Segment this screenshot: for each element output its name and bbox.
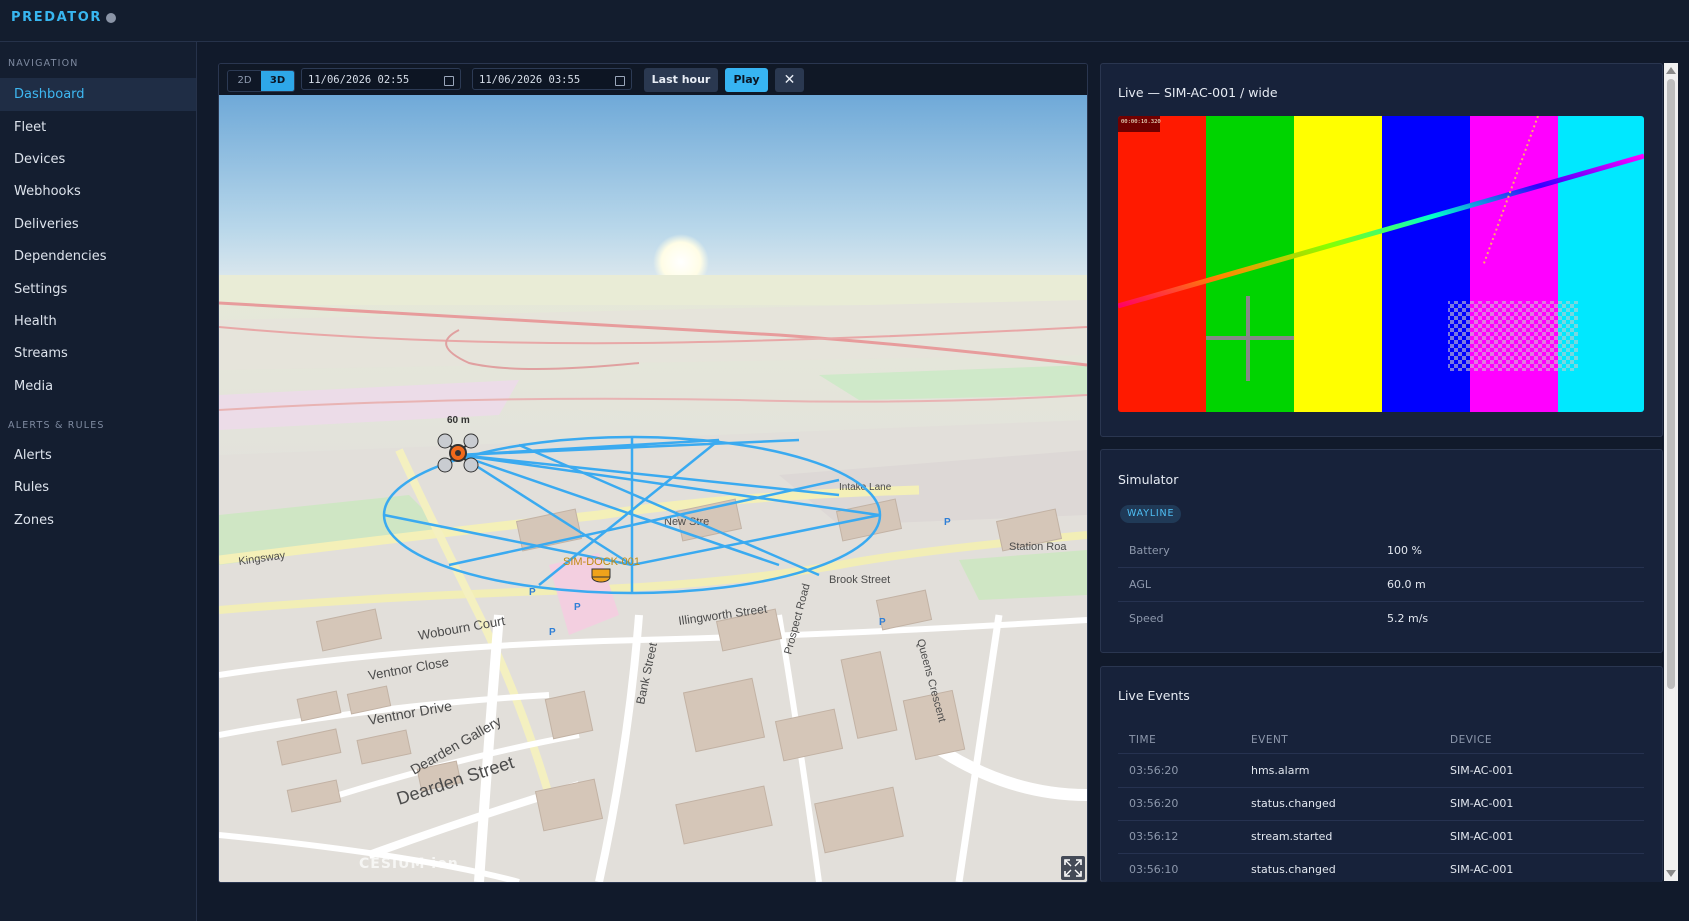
sidebar: NAVIGATION Dashboard Fleet Devices Webho… [0,42,197,921]
simulator-title: Simulator [1118,472,1179,487]
mode-badge: WAYLINE [1120,505,1182,523]
agl-row: AGL 60.0 m [1118,568,1644,602]
simulator-card: Simulator WAYLINE Battery 100 % AGL 60.0… [1100,449,1663,653]
mode-3d-button[interactable]: 3D [261,71,294,91]
app-brand[interactable]: PREDATOR [11,10,102,25]
event-device: SIM-AC-001 [1450,863,1514,876]
play-button[interactable]: Play [725,68,768,92]
end-datetime-input[interactable]: 11/06/2026 03:55 [472,68,632,90]
end-datetime-value: 11/06/2026 03:55 [479,74,581,86]
speed-row: Speed 5.2 m/s [1118,602,1644,635]
sidebar-item-fleet[interactable]: Fleet [0,111,196,144]
column-time[interactable]: TIME [1129,734,1156,746]
live-events-title: Live Events [1118,688,1190,703]
event-type: hms.alarm [1251,764,1310,777]
calendar-icon[interactable] [615,76,625,86]
drone-altitude-label: 60 m [447,415,470,426]
sidebar-item-zones[interactable]: Zones [0,504,196,537]
scrollbar-thumb[interactable] [1667,79,1675,689]
street-label-station-road: Station Roa [1009,541,1067,553]
column-event[interactable]: EVENT [1251,734,1288,746]
page-scrollbar[interactable] [1664,63,1678,881]
video-test-pattern: 00:00:10.320 [1118,116,1644,412]
calendar-icon[interactable] [444,76,454,86]
svg-text:P: P [944,517,951,528]
event-device: SIM-AC-001 [1450,830,1514,843]
scroll-down-icon[interactable] [1666,870,1676,877]
event-time: 03:56:10 [1129,863,1179,876]
event-type: stream.started [1251,830,1333,843]
last-hour-button[interactable]: Last hour [644,68,718,92]
svg-text:P: P [549,627,556,638]
connection-status-dot [106,13,116,23]
svg-text:P: P [529,587,536,598]
sky [219,95,1087,285]
start-datetime-value: 11/06/2026 02:55 [308,74,410,86]
mode-2d-button[interactable]: 2D [228,71,261,91]
top-bar: PREDATOR [0,0,1689,42]
speed-value: 5.2 m/s [1387,612,1429,625]
sidebar-item-dependencies[interactable]: Dependencies [0,240,196,273]
sidebar-item-health[interactable]: Health [0,305,196,338]
right-column: Live — SIM-AC-001 / wide 00:00:10.320 Si… [1100,63,1663,882]
sidebar-item-devices[interactable]: Devices [0,143,196,176]
map-canvas[interactable]: New Stre Kingsway Station Roa Brook Stre… [219,95,1087,882]
sidebar-item-streams[interactable]: Streams [0,337,196,370]
live-events-card: Live Events TIME EVENT DEVICE 03:56:20 h… [1100,666,1663,882]
scroll-up-icon[interactable] [1666,67,1676,74]
dock-label: SIM-DOCK-001 [563,556,640,568]
map-toolbar: 2D 3D 11/06/2026 02:55 11/06/2026 03:55 … [219,64,1087,94]
sidebar-section-navigation: NAVIGATION [8,58,79,69]
sidebar-item-webhooks[interactable]: Webhooks [0,175,196,208]
event-type: status.changed [1251,797,1336,810]
live-video-stream[interactable]: 00:00:10.320 [1118,116,1644,412]
sidebar-item-rules[interactable]: Rules [0,471,196,504]
events-table-header: TIME EVENT DEVICE [1118,729,1644,754]
sidebar-item-dashboard[interactable]: Dashboard [0,78,196,111]
event-device: SIM-AC-001 [1450,797,1514,810]
live-video-title: Live — SIM-AC-001 / wide [1118,85,1278,100]
battery-row: Battery 100 % [1118,534,1644,568]
table-row[interactable]: 03:56:12 stream.started SIM-AC-001 [1118,820,1644,854]
expand-icon [1064,859,1082,877]
map-panel: 2D 3D 11/06/2026 02:55 11/06/2026 03:55 … [218,63,1088,883]
table-row[interactable]: 03:56:20 hms.alarm SIM-AC-001 [1118,754,1644,788]
sidebar-item-alerts[interactable]: Alerts [0,439,196,472]
column-device[interactable]: DEVICE [1450,734,1492,746]
sidebar-section-alerts-rules: ALERTS & RULES [8,420,105,431]
event-time: 03:56:12 [1129,830,1179,843]
video-timestamp: 00:00:10.320 [1121,119,1161,125]
view-mode-toggle: 2D 3D [227,70,295,92]
svg-text:P: P [574,602,581,613]
event-time: 03:56:20 [1129,797,1179,810]
map-3d-view[interactable]: New Stre Kingsway Station Roa Brook Stre… [219,95,1087,882]
sidebar-item-deliveries[interactable]: Deliveries [0,208,196,241]
event-type: status.changed [1251,863,1336,876]
agl-label: AGL [1129,578,1151,591]
table-row[interactable]: 03:56:10 status.changed SIM-AC-001 [1118,853,1644,886]
start-datetime-input[interactable]: 11/06/2026 02:55 [301,68,461,90]
close-replay-button[interactable]: ✕ [775,68,804,92]
dock-marker[interactable] [591,568,611,583]
speed-label: Speed [1129,612,1164,625]
street-label-brook-street: Brook Street [829,574,890,586]
table-row[interactable]: 03:56:20 status.changed SIM-AC-001 [1118,787,1644,821]
live-video-card: Live — SIM-AC-001 / wide 00:00:10.320 [1100,63,1663,437]
fullscreen-icon[interactable] [1061,856,1085,880]
map-credit: CESIUM ion [359,856,459,872]
sidebar-item-settings[interactable]: Settings [0,273,196,306]
event-device: SIM-AC-001 [1450,764,1514,777]
battery-label: Battery [1129,544,1170,557]
agl-value: 60.0 m [1387,578,1426,591]
svg-text:P: P [879,617,886,628]
battery-value: 100 % [1387,544,1422,557]
sidebar-item-media[interactable]: Media [0,370,196,403]
event-time: 03:56:20 [1129,764,1179,777]
